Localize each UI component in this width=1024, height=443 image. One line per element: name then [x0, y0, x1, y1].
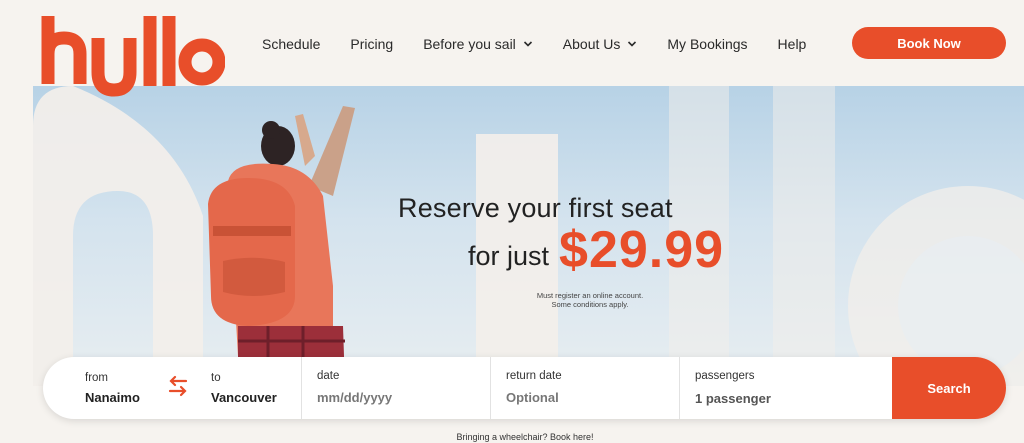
return-date-field[interactable]: return date Optional	[491, 357, 679, 419]
booking-form: from Nanaimo to Vancouver date mm/dd/yyy…	[43, 357, 1006, 419]
nav-schedule[interactable]: Schedule	[262, 36, 320, 52]
hero-fine-print: Must register an online account. Some co…	[520, 291, 660, 309]
chevron-down-icon	[523, 41, 532, 47]
main-nav: Schedule Pricing Before you sail About U…	[262, 30, 836, 58]
return-date-label: return date	[506, 370, 562, 382]
chevron-down-icon	[628, 41, 637, 47]
fine-print-line1: Must register an online account.	[536, 291, 644, 300]
search-button[interactable]: Search	[892, 357, 1006, 419]
nav-label: My Bookings	[667, 36, 748, 52]
to-select[interactable]: Vancouver	[211, 390, 277, 405]
hero-banner: Reserve your first seat for just $29.99 …	[33, 86, 1024, 386]
date-label: date	[317, 370, 340, 382]
passengers-select[interactable]: 1 passenger	[695, 391, 771, 406]
site-header: Schedule Pricing Before you sail About U…	[0, 0, 1024, 97]
swap-route-icon[interactable]	[168, 375, 188, 397]
book-now-button[interactable]: Book Now	[852, 27, 1006, 59]
hero-headline: Reserve your first seat for just $29.99	[398, 192, 758, 276]
headline-line1: Reserve your first seat	[398, 193, 673, 223]
hullo-logo[interactable]	[40, 14, 225, 106]
fine-print-line2: Some conditions apply.	[551, 300, 629, 309]
date-input[interactable]: mm/dd/yyyy	[317, 390, 392, 405]
nav-label: About Us	[562, 36, 621, 52]
nav-about-us[interactable]: About Us	[563, 36, 638, 52]
page: Schedule Pricing Before you sail About U…	[0, 0, 1024, 443]
to-label: to	[211, 372, 221, 384]
date-field[interactable]: date mm/dd/yyyy	[302, 357, 490, 419]
nav-label: Before you sail	[423, 36, 516, 52]
nav-label: Help	[777, 36, 807, 52]
from-select[interactable]: Nanaimo	[85, 390, 140, 405]
passengers-label: passengers	[695, 370, 755, 382]
headline-price: $29.99	[559, 221, 725, 279]
wheelchair-booking-link[interactable]: Bringing a wheelchair? Book here!	[0, 432, 1024, 442]
headline-for-just: for just	[468, 241, 550, 271]
headline-line2: for just $29.99	[398, 224, 758, 276]
from-label: from	[85, 372, 108, 384]
nav-before-you-sail[interactable]: Before you sail	[423, 36, 533, 52]
passengers-field[interactable]: passengers 1 passenger	[680, 357, 892, 419]
nav-my-bookings[interactable]: My Bookings	[667, 36, 747, 52]
nav-label: Schedule	[262, 36, 321, 52]
return-date-input[interactable]: Optional	[506, 390, 559, 405]
nav-help[interactable]: Help	[778, 36, 807, 52]
route-selector: from Nanaimo to Vancouver	[43, 357, 301, 419]
nav-label: Pricing	[350, 36, 394, 52]
nav-pricing[interactable]: Pricing	[350, 36, 393, 52]
